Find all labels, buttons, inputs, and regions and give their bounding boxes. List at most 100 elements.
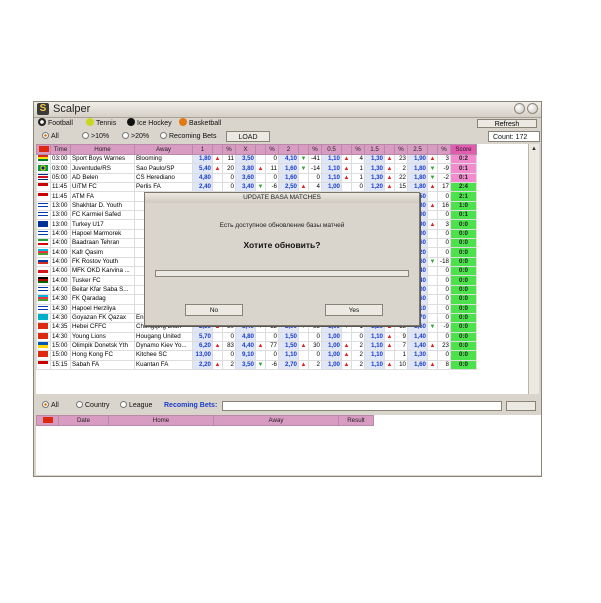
history-column-header[interactable] <box>36 415 59 426</box>
filter-20-percent[interactable]: >20% <box>122 132 149 142</box>
odds-cell[interactable]: 4,40 <box>235 340 256 352</box>
close-button[interactable] <box>527 103 538 114</box>
filter-10-percent[interactable]: >10% <box>82 132 109 142</box>
table-row[interactable]: 15:00 Olimpik Donetsk Yth Dynamo Kiev Yo..… <box>36 340 477 352</box>
no-button[interactable]: No <box>185 304 243 316</box>
column-header[interactable]: X <box>235 144 256 155</box>
odds-cell[interactable]: 1,80 <box>407 172 428 184</box>
tab-basketball[interactable]: Basketball <box>179 118 221 129</box>
load-button[interactable]: LOAD <box>226 131 270 142</box>
column-header[interactable]: Away <box>134 144 193 155</box>
column-header[interactable] <box>212 144 223 155</box>
odds-cell[interactable]: 1,10 <box>278 350 299 361</box>
odds-cell[interactable]: 1,30 <box>407 350 428 361</box>
column-header[interactable]: 1 <box>192 144 213 155</box>
odds-cell[interactable]: 13,00 <box>192 350 213 361</box>
minimize-button[interactable] <box>514 103 525 114</box>
odds-cell[interactable]: 4,10 <box>278 153 299 165</box>
odds-cell[interactable]: 1,60 <box>278 163 299 174</box>
column-header[interactable]: 2 <box>278 144 299 155</box>
column-header[interactable]: % <box>351 144 365 155</box>
column-header[interactable]: Score <box>450 144 477 155</box>
odds-cell[interactable]: 1,40 <box>407 331 428 342</box>
odds-cell[interactable]: 1,50 <box>278 340 299 352</box>
odds-cell[interactable]: 1,40 <box>407 340 428 352</box>
odds-cell[interactable]: 5,70 <box>192 331 213 342</box>
column-header[interactable] <box>384 144 395 155</box>
title-bar[interactable]: S Scalper <box>34 102 541 118</box>
bottom-filter-league[interactable]: League <box>120 401 152 411</box>
filter-all[interactable]: All <box>42 132 59 142</box>
column-header[interactable] <box>341 144 352 155</box>
odds-cell[interactable]: 4,80 <box>235 331 256 342</box>
table-row[interactable]: 15:15 Sabah FA Kuantan FA 2,20 ▲ 2 3,50 ▼ -6 2,70… <box>36 359 477 370</box>
tab-tennis[interactable]: Tennis <box>86 118 116 129</box>
tab-football[interactable]: Football <box>38 118 73 129</box>
bottom-filter-country[interactable]: Country <box>76 401 110 411</box>
odds-cell[interactable]: 3,50 <box>235 153 256 165</box>
table-row[interactable]: 11:45 UiTM FC Perlis FA 2,40 0 3,40 ▼ -6 2,50 ▲ 4 1… <box>36 182 477 193</box>
odds-cell[interactable]: 1,30 <box>364 153 385 165</box>
odds-cell[interactable]: 1,00 <box>321 359 342 370</box>
column-header[interactable] <box>255 144 266 155</box>
column-header[interactable] <box>36 144 51 155</box>
column-header[interactable]: 2.5 <box>407 144 428 155</box>
bottom-filter-all[interactable]: All <box>42 401 59 411</box>
odds-cell[interactable]: 1,80 <box>407 182 428 193</box>
history-column-header[interactable]: Away <box>213 415 339 426</box>
odds-cell[interactable]: 1,30 <box>364 163 385 174</box>
column-header[interactable]: % <box>394 144 408 155</box>
odds-cell[interactable]: 2,50 <box>278 182 299 193</box>
odds-cell[interactable]: 1,60 <box>278 172 299 184</box>
odds-cell[interactable]: 1,30 <box>364 172 385 184</box>
odds-cell[interactable]: 1,10 <box>364 359 385 370</box>
odds-cell[interactable]: 1,90 <box>407 153 428 165</box>
history-column-header[interactable]: Result <box>338 415 374 426</box>
column-header[interactable]: Time <box>50 144 71 155</box>
odds-cell[interactable]: 1,10 <box>364 340 385 352</box>
table-row[interactable]: 05:00 AD Belen CS Herediano 4,80 0 3,60 0 1,60 0… <box>36 172 477 184</box>
odds-cell[interactable]: 5,40 <box>192 163 213 174</box>
history-column-header[interactable]: Date <box>58 415 109 426</box>
odds-cell[interactable]: 2,40 <box>192 182 213 193</box>
odds-cell[interactable]: 1,10 <box>321 153 342 165</box>
odds-cell[interactable]: 3,80 <box>235 163 256 174</box>
refresh-button[interactable]: Refresh <box>477 119 537 128</box>
odds-cell[interactable]: 2,20 <box>192 359 213 370</box>
odds-cell[interactable]: 1,00 <box>321 182 342 193</box>
column-header[interactable] <box>298 144 309 155</box>
recoming-bets-button[interactable] <box>506 401 536 411</box>
odds-cell[interactable]: 1,20 <box>364 182 385 193</box>
column-header[interactable]: % <box>308 144 322 155</box>
scroll-up-icon[interactable]: ▲ <box>530 145 538 153</box>
column-header[interactable]: % <box>222 144 236 155</box>
odds-cell[interactable]: 6,20 <box>192 340 213 352</box>
column-header[interactable]: Home <box>70 144 135 155</box>
column-header[interactable]: % <box>265 144 279 155</box>
odds-cell[interactable]: 3,50 <box>235 359 256 370</box>
odds-cell[interactable]: 1,00 <box>321 350 342 361</box>
odds-cell[interactable]: 3,40 <box>235 182 256 193</box>
odds-cell[interactable]: 9,10 <box>235 350 256 361</box>
odds-cell[interactable]: 1,80 <box>407 163 428 174</box>
history-column-header[interactable]: Home <box>108 415 214 426</box>
table-row[interactable]: 03:00 Juventude/RS Sao Paulo/SP 5,40 ▲ 20 3,80… <box>36 163 477 174</box>
table-row[interactable]: 15:00 Hong Kong FC Kitchee SC 13,00 0 9,10 0 1,… <box>36 350 477 361</box>
odds-cell[interactable]: 1,60 <box>407 359 428 370</box>
odds-cell[interactable]: 1,10 <box>364 350 385 361</box>
column-header[interactable]: 1.5 <box>364 144 385 155</box>
column-header[interactable]: 0.5 <box>321 144 342 155</box>
column-header[interactable] <box>427 144 438 155</box>
odds-cell[interactable]: 1,00 <box>321 340 342 352</box>
table-row[interactable]: 14:30 Young Lions Hougang United 5,70 0 4,80 0… <box>36 331 477 342</box>
filter-recoming-bets[interactable]: Recoming Bets <box>160 132 216 142</box>
odds-cell[interactable]: 1,80 <box>192 153 213 165</box>
odds-cell[interactable]: 1,00 <box>321 331 342 342</box>
odds-cell[interactable]: 3,60 <box>235 172 256 184</box>
grid-scrollbar[interactable]: ▲ <box>528 144 539 394</box>
table-row[interactable]: 03:00 Sport Boys Warnes Blooming 1,80 ▲ 11 3,5… <box>36 153 477 165</box>
odds-cell[interactable]: 1,50 <box>278 331 299 342</box>
column-header[interactable]: % <box>437 144 451 155</box>
recoming-bets-field[interactable] <box>222 401 502 411</box>
tab-ice-hockey[interactable]: Ice Hockey <box>127 118 172 129</box>
